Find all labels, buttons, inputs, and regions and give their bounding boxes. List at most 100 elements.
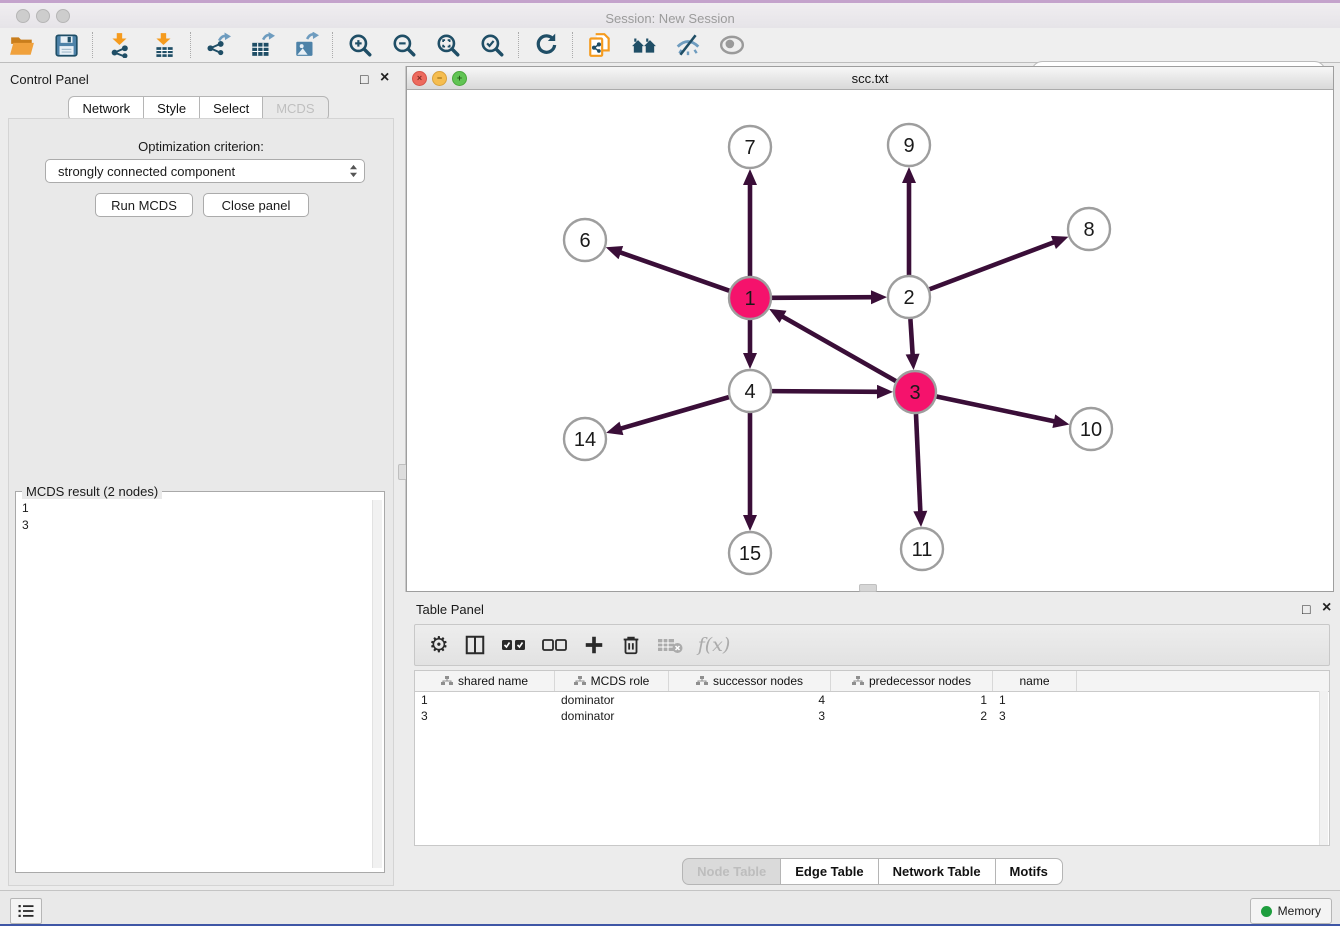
- float-table-panel-icon[interactable]: □: [1302, 601, 1310, 617]
- export-image-icon[interactable]: [293, 32, 319, 58]
- tab-motifs[interactable]: Motifs: [995, 858, 1063, 885]
- table-panel-title: Table Panel: [416, 602, 484, 617]
- graph-edge-2-8[interactable]: [930, 242, 1056, 290]
- select-stepper-icon: [349, 164, 358, 178]
- table-cell[interactable]: 1: [831, 692, 993, 708]
- zoom-fit-icon[interactable]: [435, 32, 461, 58]
- zoom-out-icon[interactable]: [391, 32, 417, 58]
- import-table-icon[interactable]: [151, 32, 177, 58]
- open-session-icon[interactable]: [9, 32, 35, 58]
- annotations-icon[interactable]: [587, 32, 613, 58]
- optimization-criterion-select[interactable]: strongly connected component: [45, 159, 365, 183]
- split-table-icon[interactable]: [464, 634, 486, 656]
- table-cell[interactable]: 4: [669, 692, 831, 708]
- refresh-icon[interactable]: [533, 32, 559, 58]
- tab-network-table[interactable]: Network Table: [878, 858, 996, 885]
- table-header-row: shared nameMCDS rolesuccessor nodesprede…: [415, 671, 1329, 692]
- close-panel-icon[interactable]: ×: [380, 69, 389, 87]
- toolbar-separator: [332, 32, 334, 58]
- tab-edge-table[interactable]: Edge Table: [780, 858, 878, 885]
- graph-node-label-4: 4: [744, 381, 755, 403]
- zoom-selected-icon[interactable]: [479, 32, 505, 58]
- toolbar-separator: [190, 32, 192, 58]
- hide-view-icon[interactable]: [675, 32, 701, 58]
- mcds-result-text[interactable]: 1 3: [18, 500, 374, 868]
- table-cell[interactable]: 3: [415, 708, 555, 724]
- import-network-icon[interactable]: [107, 32, 133, 58]
- optimization-criterion-label: Optimization criterion:: [9, 139, 393, 154]
- close-table-panel-icon[interactable]: ×: [1322, 599, 1331, 617]
- column-sort-icon: [696, 676, 708, 686]
- mcds-result-group: MCDS result (2 nodes) 1 3: [15, 491, 385, 873]
- table-cell[interactable]: 1: [993, 692, 1077, 708]
- deselect-all-checkboxes-icon[interactable]: [542, 638, 568, 652]
- table-cell[interactable]: 3: [993, 708, 1077, 724]
- export-network-icon[interactable]: [205, 32, 231, 58]
- table-row[interactable]: 1dominator411: [415, 692, 1329, 708]
- table-cell[interactable]: dominator: [555, 708, 669, 724]
- graph-node-label-15: 15: [739, 543, 761, 565]
- graph-edge-3-11[interactable]: [916, 414, 920, 513]
- graph-edge-1-6[interactable]: [619, 252, 729, 291]
- column-header-predecessor-nodes[interactable]: predecessor nodes: [831, 671, 993, 691]
- float-panel-icon[interactable]: □: [360, 71, 368, 87]
- close-panel-button[interactable]: Close panel: [203, 193, 309, 217]
- table-cell[interactable]: 2: [831, 708, 993, 724]
- graph-edge-3-1[interactable]: [781, 316, 896, 381]
- graph-edges[interactable]: [619, 181, 1056, 517]
- node-table: shared nameMCDS rolesuccessor nodesprede…: [414, 670, 1330, 846]
- column-sort-icon: [441, 676, 453, 686]
- save-session-icon[interactable]: [53, 32, 79, 58]
- column-header-name[interactable]: name: [993, 671, 1077, 691]
- memory-button[interactable]: Memory: [1250, 898, 1332, 924]
- table-panel: Table Panel □ × ⚙ f(x) shared nameMCDS r…: [406, 598, 1340, 888]
- delete-table-icon[interactable]: [657, 636, 683, 654]
- split-divider-handle[interactable]: [859, 584, 877, 592]
- add-column-icon[interactable]: [583, 634, 605, 656]
- graph-node-label-6: 6: [579, 230, 590, 252]
- graph-node-label-8: 8: [1083, 219, 1094, 241]
- table-toolbar: ⚙ f(x): [414, 624, 1330, 666]
- graph-node-label-9: 9: [903, 135, 914, 157]
- graph-edge-2-3[interactable]: [910, 319, 912, 356]
- column-header-successor-nodes[interactable]: successor nodes: [669, 671, 831, 691]
- graph-edge-4-14[interactable]: [620, 397, 729, 429]
- task-history-button[interactable]: [10, 898, 42, 924]
- graph-edge-1-2[interactable]: [772, 297, 873, 298]
- graph-node-label-10: 10: [1080, 419, 1102, 441]
- delete-column-trash-icon[interactable]: [620, 634, 642, 656]
- toolbar-separator: [518, 32, 520, 58]
- column-header-mcds-role[interactable]: MCDS role: [555, 671, 669, 691]
- graph-edge-3-10[interactable]: [937, 397, 1056, 422]
- tab-node-table[interactable]: Node Table: [682, 858, 781, 885]
- show-all-views-icon[interactable]: [631, 32, 657, 58]
- result-scrollbar[interactable]: [372, 500, 382, 868]
- graph-edge-4-3[interactable]: [772, 391, 879, 392]
- table-scrollbar[interactable]: [1319, 691, 1328, 845]
- graph-node-label-1: 1: [744, 288, 755, 310]
- export-table-icon[interactable]: [249, 32, 275, 58]
- show-view-icon[interactable]: [719, 32, 745, 58]
- network-window-title: scc.txt: [407, 71, 1333, 86]
- select-all-checkboxes-icon[interactable]: [501, 638, 527, 652]
- table-cell[interactable]: 3: [669, 708, 831, 724]
- optimization-criterion-value: strongly connected component: [58, 164, 235, 179]
- column-settings-gear-icon[interactable]: ⚙: [429, 632, 449, 658]
- network-window-titlebar: × − + scc.txt: [407, 67, 1333, 90]
- graph-node-label-14: 14: [574, 429, 596, 451]
- run-mcds-button[interactable]: Run MCDS: [95, 193, 193, 217]
- table-row[interactable]: 3dominator323: [415, 708, 1329, 724]
- zoom-in-icon[interactable]: [347, 32, 373, 58]
- window-titlebar: Session: New Session: [0, 3, 1340, 28]
- column-header-shared-name[interactable]: shared name: [415, 671, 555, 691]
- main-toolbar: [0, 28, 1340, 63]
- control-panel: Control Panel □ × NetworkStyleSelectMCDS…: [0, 66, 398, 886]
- table-cell[interactable]: dominator: [555, 692, 669, 708]
- table-cell[interactable]: 1: [415, 692, 555, 708]
- control-panel-title: Control Panel: [10, 72, 89, 87]
- graph-node-label-11: 11: [912, 539, 933, 561]
- status-bar: Memory: [0, 890, 1340, 925]
- network-canvas[interactable]: 7968124314101511: [407, 89, 1331, 589]
- function-builder-icon[interactable]: f(x): [698, 634, 731, 656]
- memory-label: Memory: [1278, 904, 1321, 918]
